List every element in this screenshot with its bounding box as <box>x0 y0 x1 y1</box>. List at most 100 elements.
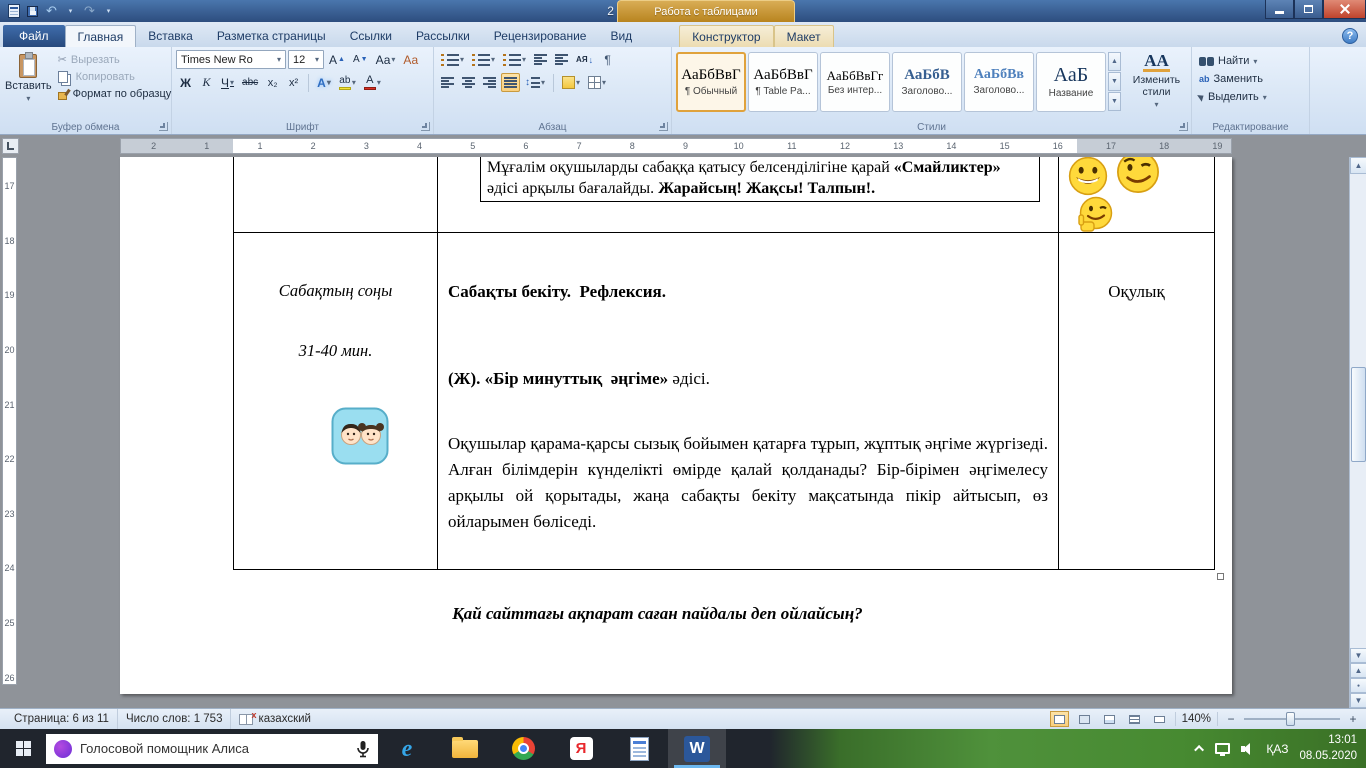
zoom-in-button[interactable]: + <box>1346 712 1360 726</box>
taskbar-search-input[interactable]: Голосовой помощник Алиса <box>46 734 378 764</box>
scrollbar-thumb[interactable] <box>1351 367 1366 462</box>
clipboard-dialog-launcher[interactable] <box>159 122 168 131</box>
table-cell-content[interactable]: Сабақты бекіту. Рефлексия. (Ж). «Бір мин… <box>437 233 1058 569</box>
decrease-indent-button[interactable] <box>531 50 550 69</box>
scroll-up-button[interactable]: ▲ <box>1350 157 1366 174</box>
select-button[interactable]: Выделить▾ <box>1196 90 1305 104</box>
table-cell-resources[interactable]: Оқулық <box>1058 233 1215 569</box>
shading-button[interactable]: ▾ <box>559 73 583 92</box>
network-icon[interactable] <box>1215 743 1230 754</box>
style-heading1[interactable]: АаБбВЗаголово... <box>892 52 962 112</box>
tab-page-layout[interactable]: Разметка страницы <box>205 25 338 47</box>
superscript-button[interactable]: х² <box>284 73 303 92</box>
scroll-down-button[interactable]: ▼ <box>1350 648 1366 663</box>
style-table-paragraph[interactable]: АаБбВвГ¶ Table Pa... <box>748 52 818 112</box>
change-case-button[interactable]: Аа▾ <box>373 50 399 69</box>
multilevel-list-button[interactable]: ▾ <box>500 50 529 69</box>
paragraph-dialog-launcher[interactable] <box>659 122 668 131</box>
undo-dropdown[interactable]: ▾ <box>62 3 79 20</box>
print-layout-view-button[interactable] <box>1050 711 1069 727</box>
table-resize-handle[interactable] <box>1217 573 1224 580</box>
gallery-scroll-up[interactable]: ▲ <box>1108 52 1121 71</box>
microphone-icon[interactable] <box>356 740 370 758</box>
table-cell-stage[interactable] <box>233 157 437 232</box>
borders-button[interactable]: ▾ <box>585 73 609 92</box>
bullets-button[interactable]: ▾ <box>438 50 467 69</box>
volume-icon[interactable] <box>1241 743 1255 755</box>
numbering-button[interactable]: ▾ <box>469 50 498 69</box>
page-indicator[interactable]: Страница: 6 из 11 <box>6 709 118 729</box>
smiley-images[interactable] <box>1065 157 1215 233</box>
select-browse-object-button[interactable]: ● <box>1350 678 1366 693</box>
clear-formatting-button[interactable]: Аа <box>400 50 421 69</box>
taskbar-chrome-button[interactable] <box>494 729 552 768</box>
clock[interactable]: 13:01 08.05.2020 <box>1299 733 1357 764</box>
font-color-button[interactable]: А▾ <box>361 73 384 92</box>
zoom-slider-thumb[interactable] <box>1286 712 1295 726</box>
tab-table-layout[interactable]: Макет <box>774 25 834 47</box>
bold-button[interactable]: Ж <box>176 73 195 92</box>
language-indicator[interactable]: х казахский <box>231 709 318 729</box>
gallery-scroll-down[interactable]: ▼ <box>1108 72 1121 91</box>
minimize-button[interactable] <box>1265 0 1294 19</box>
taskbar-word-button[interactable]: W <box>668 729 726 768</box>
next-page-button[interactable]: ▼ <box>1350 693 1366 708</box>
style-normal[interactable]: АаБбВвГ¶ Обычный <box>676 52 746 112</box>
paste-button[interactable]: Вставить ▾ <box>4 50 53 118</box>
gallery-more-button[interactable]: ▼ <box>1108 92 1121 111</box>
style-no-spacing[interactable]: АаБбВвГгБез интер... <box>820 52 890 112</box>
font-dialog-launcher[interactable] <box>421 122 430 131</box>
font-name-combo[interactable]: Times New Ro▾ <box>176 50 286 69</box>
tab-mailings[interactable]: Рассылки <box>404 25 482 47</box>
line-spacing-button[interactable]: ↕▾ <box>522 73 548 92</box>
document-page[interactable]: Мұғалім оқушыларды сабаққа қатысу белсен… <box>120 157 1232 694</box>
table-cell-stage[interactable]: Сабақтың соңы 31-40 мин. <box>233 233 437 569</box>
word-count-indicator[interactable]: Число слов: 1 753 <box>118 709 232 729</box>
shrink-font-button[interactable]: А▼ <box>350 50 371 69</box>
table-cell-resources[interactable] <box>1058 157 1215 232</box>
strikethrough-button[interactable]: abc <box>239 73 261 92</box>
highlight-button[interactable]: ab▾ <box>336 73 359 92</box>
horizontal-ruler[interactable]: 2112345678910111213141516171819 <box>120 138 1232 154</box>
find-button[interactable]: Найти▾ <box>1196 54 1305 68</box>
close-button[interactable] <box>1323 0 1366 19</box>
increase-indent-button[interactable] <box>552 50 571 69</box>
fullscreen-reading-view-button[interactable] <box>1075 711 1094 727</box>
taskbar-yandex-button[interactable]: Я <box>552 729 610 768</box>
zoom-slider[interactable] <box>1244 718 1340 720</box>
assessment-text-box[interactable]: Мұғалім оқушыларды сабаққа қатысу белсен… <box>480 157 1040 202</box>
tab-home[interactable]: Главная <box>65 25 137 47</box>
zoom-out-button[interactable]: − <box>1224 712 1238 726</box>
outline-view-button[interactable] <box>1125 711 1144 727</box>
text-effects-button[interactable]: А▾ <box>314 73 334 92</box>
tab-insert[interactable]: Вставка <box>136 25 205 47</box>
tab-table-design[interactable]: Конструктор <box>679 25 773 47</box>
word-app-icon[interactable] <box>5 3 22 20</box>
tab-file[interactable]: Файл <box>3 25 65 47</box>
underline-button[interactable]: Ч▾ <box>218 73 237 92</box>
subscript-button[interactable]: х₂ <box>263 73 282 92</box>
language-switcher[interactable]: ҚАЗ <box>1266 742 1288 756</box>
redo-button[interactable]: ↷ <box>81 3 98 20</box>
vertical-scrollbar[interactable]: ▲ ▼ ▲ ● ▼ <box>1349 157 1366 708</box>
vertical-ruler[interactable]: 17181920212223242526 <box>0 157 19 708</box>
tab-selector[interactable] <box>2 138 19 154</box>
web-layout-view-button[interactable] <box>1100 711 1119 727</box>
style-title[interactable]: АаБНазвание <box>1036 52 1106 112</box>
children-talking-icon[interactable] <box>331 407 389 465</box>
taskbar-app-button[interactable] <box>610 729 668 768</box>
styles-dialog-launcher[interactable] <box>1179 122 1188 131</box>
sort-button[interactable]: АЯ↓ <box>573 50 596 69</box>
grow-font-button[interactable]: А▲ <box>326 50 348 69</box>
previous-page-button[interactable]: ▲ <box>1350 663 1366 678</box>
table-cell-content[interactable]: Мұғалім оқушыларды сабаққа қатысу белсен… <box>437 157 1058 232</box>
tab-review[interactable]: Рецензирование <box>482 25 599 47</box>
tab-references[interactable]: Ссылки <box>338 25 404 47</box>
copy-button[interactable]: Копировать <box>55 70 175 84</box>
italic-button[interactable]: К <box>197 73 216 92</box>
maximize-button[interactable] <box>1294 0 1323 19</box>
undo-button[interactable]: ↶ <box>43 3 60 20</box>
zoom-level[interactable]: 140% <box>1182 713 1211 725</box>
cut-button[interactable]: ✂Вырезать <box>55 52 175 67</box>
tray-expand-icon[interactable] <box>1194 745 1204 755</box>
